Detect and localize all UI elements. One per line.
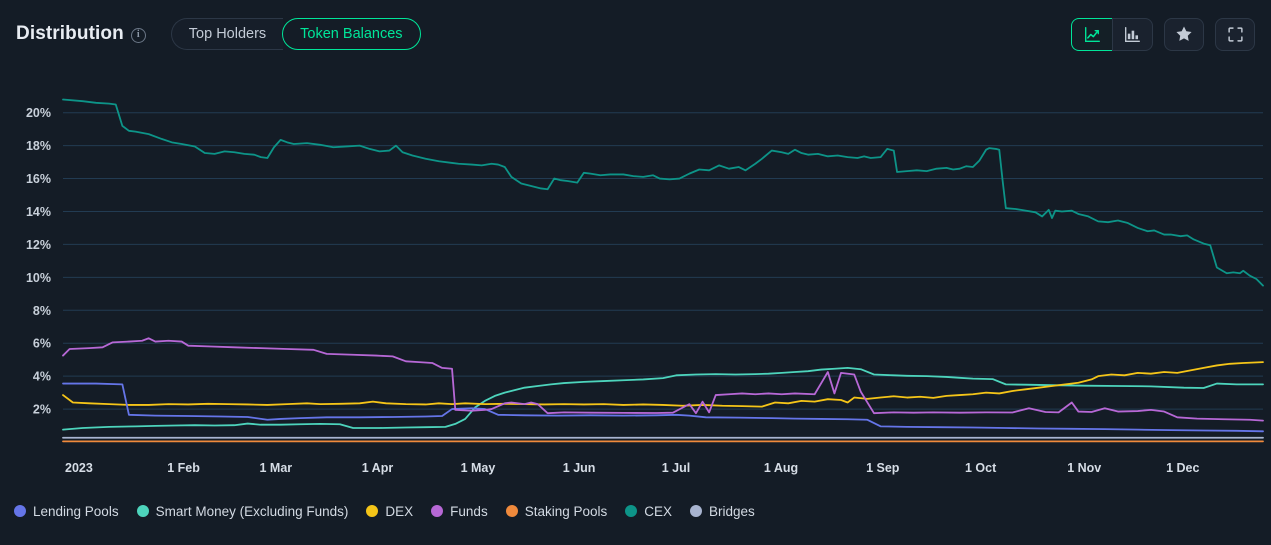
y-axis-tick-label: 8% <box>33 304 51 318</box>
legend-label: DEX <box>385 503 414 519</box>
legend-item[interactable]: Bridges <box>690 504 764 519</box>
legend-item[interactable]: CEX <box>625 504 681 519</box>
x-axis-tick-label: 1 Apr <box>362 461 394 475</box>
y-axis-tick-label: 16% <box>26 172 51 186</box>
x-axis-tick-label: 1 Mar <box>260 461 293 475</box>
tab-top-holders[interactable]: Top Holders <box>170 18 284 50</box>
y-axis-tick-label: 6% <box>33 337 51 351</box>
series-line <box>62 98 1264 287</box>
x-axis-labels: 2023 1 Feb 1 Mar 1 Apr 1 May 1 Jun 1 Jul 1 Aug 1… <box>65 461 1200 475</box>
legend-color-dot <box>136 505 149 517</box>
y-axis-tick-label: 10% <box>26 271 51 285</box>
legend-label: Lending Pools <box>33 503 119 519</box>
legend-color-dot <box>431 505 444 517</box>
line-chart-icon[interactable] <box>1071 17 1112 51</box>
x-axis-tick-label: 1 Jul <box>662 461 691 475</box>
gridlines <box>63 112 1263 410</box>
legend-label: Staking Pools <box>524 503 608 519</box>
chart-legend: Lending Pools Smart Money (Excluding Fund… <box>14 498 764 524</box>
page-title: Distribution <box>16 23 124 44</box>
legend-color-dot <box>625 505 638 517</box>
bar-chart-icon[interactable] <box>1112 17 1153 51</box>
legend-color-dot <box>690 505 703 517</box>
x-axis-tick-label: 1 Aug <box>764 461 798 475</box>
distribution-panel: Distribution i Top Holders Token Balance… <box>0 0 1271 545</box>
legend-label: Funds <box>450 503 488 519</box>
distribution-line-chart[interactable]: 2% 4% 6% 8% 10% 12% 14% 16% 18% 20% 2023 1 Feb 1 Ma… <box>0 68 1271 488</box>
x-axis-tick-label: 1 Feb <box>167 461 200 475</box>
x-axis-tick-label: 1 Nov <box>1067 461 1101 475</box>
legend-item[interactable]: Funds <box>431 504 497 519</box>
y-axis-tick-label: 12% <box>26 238 51 252</box>
x-axis-tick-label: 1 Oct <box>965 461 997 475</box>
series-line <box>62 337 1264 422</box>
view-tabs: Top Holders Token Balances <box>170 18 421 50</box>
series-line <box>62 367 1264 431</box>
legend-item[interactable]: DEX <box>366 504 422 519</box>
info-icon[interactable]: i <box>130 27 146 43</box>
y-axis-labels: 2% 4% 6% 8% 10% 12% 14% 16% 18% 20% <box>26 106 51 416</box>
legend-color-dot <box>505 505 518 517</box>
tab-token-balances[interactable]: Token Balances <box>282 18 421 50</box>
x-axis-tick-label: 1 Sep <box>866 461 900 475</box>
x-axis-tick-label: 2023 <box>65 461 93 475</box>
y-axis-tick-label: 2% <box>33 403 51 417</box>
legend-label: CEX <box>644 503 673 519</box>
y-axis-tick-label: 20% <box>26 106 51 120</box>
legend-color-dot <box>366 505 379 517</box>
series-line <box>62 361 1264 408</box>
title-group: Distribution i <box>16 23 146 45</box>
legend-color-dot <box>14 505 26 517</box>
fullscreen-icon[interactable] <box>1215 17 1255 51</box>
chart-type-toggle <box>1071 17 1153 51</box>
series-lines <box>62 98 1264 443</box>
chart-container[interactable]: 2% 4% 6% 8% 10% 12% 14% 16% 18% 20% 2023 1 Feb 1 Ma… <box>0 68 1271 488</box>
y-axis-tick-label: 14% <box>26 205 51 219</box>
legend-item[interactable]: Smart Money (Excluding Funds) <box>136 503 358 519</box>
legend-label: Bridges <box>709 503 755 519</box>
legend-label: Smart Money (Excluding Funds) <box>155 503 349 519</box>
favorite-star-icon[interactable] <box>1164 17 1204 51</box>
y-axis-tick-label: 4% <box>33 370 51 384</box>
legend-item[interactable]: Staking Pools <box>505 503 617 519</box>
x-axis-tick-label: 1 Dec <box>1166 461 1199 475</box>
header-actions <box>1071 17 1255 51</box>
legend-item[interactable]: Lending Pools <box>14 504 128 519</box>
panel-header: Distribution i Top Holders Token Balance… <box>0 0 1271 68</box>
x-axis-tick-label: 1 May <box>461 461 496 475</box>
y-axis-tick-label: 18% <box>26 139 51 153</box>
x-axis-tick-label: 1 Jun <box>563 461 596 475</box>
